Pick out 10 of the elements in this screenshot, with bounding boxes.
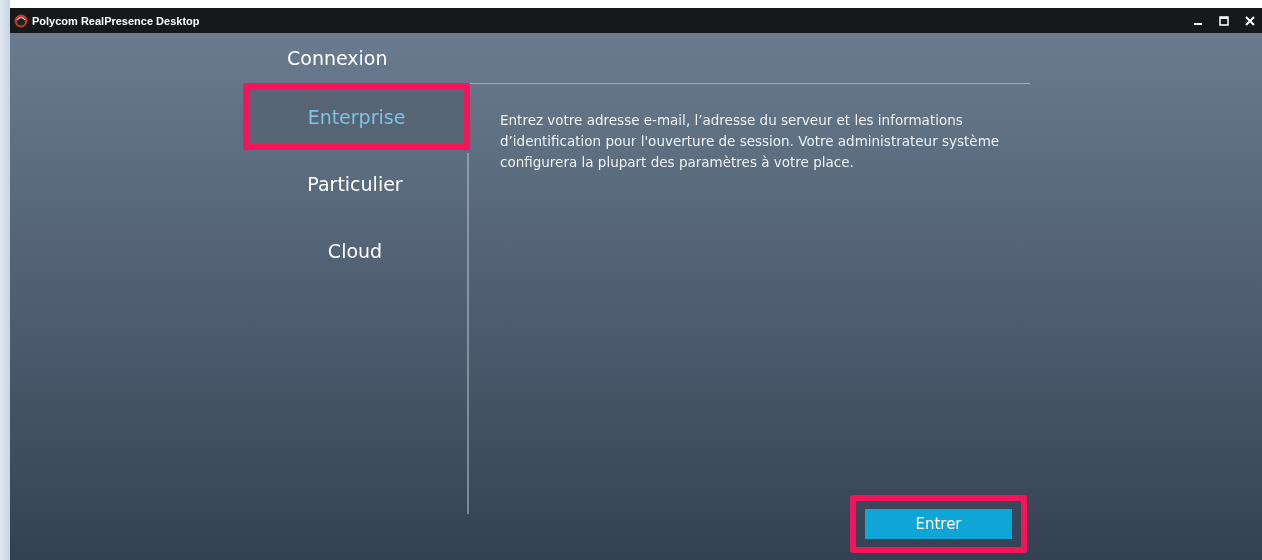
description-text: Entrez votre adresse e-mail, l’adresse du serveur et les informations d’identification pour l'ouverture de session. Votre administrateur système configurera la plupart des paramètres à votre place. — [500, 111, 1001, 172]
nav-tab[interactable]: Cloud — [243, 217, 467, 284]
nav-tab[interactable]: Particulier — [243, 150, 467, 217]
close-icon[interactable] — [1244, 14, 1256, 27]
page-heading: Connexion — [286, 46, 389, 71]
window-title: Polycom RealPresence Desktop — [32, 14, 200, 27]
nav-tab[interactable]: Enterprise — [243, 83, 470, 150]
enter-button[interactable]: Entrer — [865, 509, 1012, 539]
maximize-icon[interactable] — [1218, 14, 1230, 27]
app-logo-icon — [14, 13, 28, 28]
